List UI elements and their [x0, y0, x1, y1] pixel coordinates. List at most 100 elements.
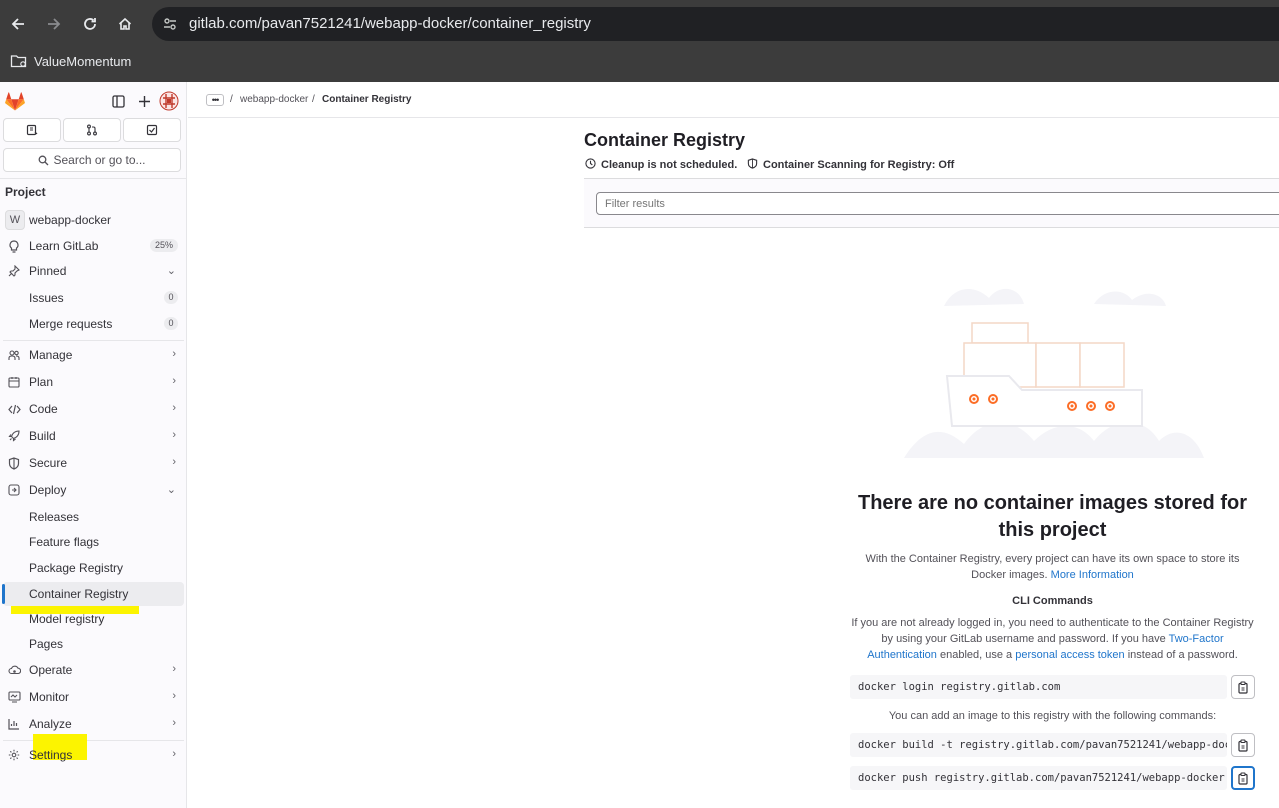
- sidebar-item-plan[interactable]: Plan ›: [3, 370, 184, 394]
- sidebar-item-label: Issues: [29, 291, 64, 305]
- sidebar-divider: [3, 340, 184, 341]
- cleanup-status-text: Cleanup is not scheduled.: [601, 159, 738, 171]
- copy-icon: [1238, 771, 1248, 785]
- sidebar-item-pages[interactable]: Pages: [3, 632, 184, 656]
- sidebar-item-merge-requests[interactable]: Merge requests 0: [3, 312, 184, 336]
- sidebar-item-code[interactable]: Code ›: [3, 397, 184, 421]
- sidebar-item-pinned[interactable]: Pinned ⌄: [3, 259, 184, 283]
- bookmark-valuemomentum[interactable]: ValueMomentum: [34, 54, 131, 69]
- sidebar-item-analyze[interactable]: Analyze ›: [3, 712, 184, 736]
- personal-access-token-link[interactable]: personal access token: [1015, 649, 1124, 661]
- lightbulb-icon: [7, 239, 21, 253]
- sidebar-item-label: Analyze: [29, 717, 72, 731]
- sidebar-item-label: Model registry: [29, 612, 105, 626]
- sidebar: Search or go to... Project W webapp-dock…: [0, 82, 187, 808]
- sidebar-item-operate[interactable]: Operate ›: [3, 658, 184, 682]
- more-information-link[interactable]: More Information: [1051, 569, 1134, 581]
- cli-description: If you are not already logged in, you ne…: [850, 615, 1255, 663]
- sidebar-item-label: Operate: [29, 663, 73, 677]
- reload-icon[interactable]: [78, 12, 102, 36]
- breadcrumb-project-link[interactable]: webapp-docker: [240, 94, 308, 105]
- sidebar-item-label: Settings: [29, 748, 73, 762]
- sidebar-item-label: Merge requests: [29, 317, 113, 331]
- sidebar-item-label: Releases: [29, 510, 80, 524]
- issues-icon: [26, 124, 38, 136]
- sidebar-item-feature-flags[interactable]: Feature flags: [3, 530, 184, 554]
- filter-results-input[interactable]: [596, 192, 1279, 215]
- merge-requests-shortcut-button[interactable]: [63, 118, 121, 142]
- sidebar-divider: [3, 740, 184, 741]
- address-bar[interactable]: gitlab.com/pavan7521241/webapp-docker/co…: [152, 7, 1279, 41]
- sidebar-item-label: webapp-docker: [29, 213, 112, 227]
- home-icon[interactable]: [113, 12, 137, 36]
- user-avatar[interactable]: [159, 91, 179, 111]
- sidebar-item-deploy[interactable]: Deploy ⌄: [3, 478, 184, 502]
- shield-icon: [747, 158, 758, 169]
- project-avatar: W: [5, 210, 25, 230]
- container-ship-illustration: [904, 276, 1204, 461]
- breadcrumb: ••• / webapp-docker / Container Registry: [188, 82, 1279, 118]
- forward-icon[interactable]: [42, 12, 66, 36]
- gitlab-logo-icon[interactable]: [5, 91, 25, 111]
- plus-icon[interactable]: [135, 92, 153, 110]
- sidebar-item-releases[interactable]: Releases: [3, 505, 184, 529]
- chevron-right-icon: ›: [172, 748, 176, 760]
- sidebar-item-project[interactable]: W webapp-docker: [3, 208, 184, 232]
- sidebar-item-monitor[interactable]: Monitor ›: [3, 685, 184, 709]
- merge-request-icon: [87, 124, 97, 136]
- sidebar-item-label: Secure: [29, 456, 68, 470]
- clock-icon: [585, 158, 596, 169]
- sidebar-item-secure[interactable]: Secure ›: [3, 451, 184, 475]
- filter-bar: [584, 178, 1279, 228]
- sidebar-toggle-icon[interactable]: [109, 92, 127, 110]
- issues-shortcut-button[interactable]: [3, 118, 61, 142]
- chevron-right-icon: ›: [172, 690, 176, 702]
- sidebar-item-label: Build: [29, 429, 56, 443]
- cli-description-text-2: enabled, use a: [939, 649, 1013, 661]
- sidebar-item-label: Feature flags: [29, 535, 100, 549]
- url-text: gitlab.com/pavan7521241/webapp-docker/co…: [189, 15, 591, 32]
- chevron-right-icon: ›: [172, 429, 176, 441]
- search-button[interactable]: Search or go to...: [3, 148, 181, 172]
- search-placeholder: Search or go to...: [53, 153, 146, 167]
- copy-icon: [1238, 680, 1248, 694]
- users-icon: [7, 348, 21, 362]
- shield-icon: [7, 456, 21, 470]
- breadcrumb-separator: /: [230, 94, 233, 105]
- sidebar-item-package-registry[interactable]: Package Registry: [3, 556, 184, 580]
- sidebar-item-learn-gitlab[interactable]: Learn GitLab 25%: [3, 234, 184, 258]
- sidebar-item-settings[interactable]: Settings ›: [3, 743, 184, 767]
- chevron-right-icon: ›: [172, 717, 176, 729]
- search-icon: [39, 155, 49, 165]
- site-settings-icon[interactable]: [162, 16, 178, 32]
- sidebar-item-label: Pinned: [29, 264, 67, 278]
- thumbtack-icon: [7, 264, 21, 278]
- todos-shortcut-button[interactable]: [123, 118, 181, 142]
- chevron-right-icon: ›: [172, 663, 176, 675]
- sidebar-item-model-registry[interactable]: Model registry: [3, 607, 184, 631]
- copy-push-command-button[interactable]: [1231, 766, 1255, 790]
- cli-description-text-3: instead of a password.: [1127, 649, 1238, 661]
- breadcrumb-current: Container Registry: [322, 94, 412, 105]
- bookmarks-bar: ValueMomentum: [0, 48, 1279, 76]
- copy-login-command-button[interactable]: [1231, 675, 1255, 699]
- sidebar-item-label: Package Registry: [29, 561, 124, 575]
- sidebar-item-container-registry[interactable]: Container Registry: [2, 582, 184, 606]
- breadcrumb-more-button[interactable]: •••: [206, 94, 224, 106]
- empty-state-description: With the Container Registry, every proje…: [850, 551, 1255, 583]
- sidebar-section-title: Project: [5, 185, 46, 199]
- push-command-row: docker push registry.gitlab.com/pavan752…: [850, 766, 1255, 790]
- sidebar-separator: [0, 178, 187, 179]
- page-title: Container Registry: [584, 130, 746, 150]
- progress-badge: 25%: [150, 239, 178, 252]
- code-icon: [7, 402, 21, 416]
- folder-icon: [10, 53, 28, 69]
- sidebar-item-label: Learn GitLab: [29, 239, 99, 253]
- deployments-icon: [7, 483, 21, 497]
- sidebar-item-manage[interactable]: Manage ›: [3, 343, 184, 367]
- copy-build-command-button[interactable]: [1231, 733, 1255, 757]
- sidebar-item-issues[interactable]: Issues 0: [3, 286, 184, 310]
- sidebar-item-build[interactable]: Build ›: [3, 424, 184, 448]
- back-icon[interactable]: [6, 12, 30, 36]
- chevron-right-icon: ›: [172, 456, 176, 468]
